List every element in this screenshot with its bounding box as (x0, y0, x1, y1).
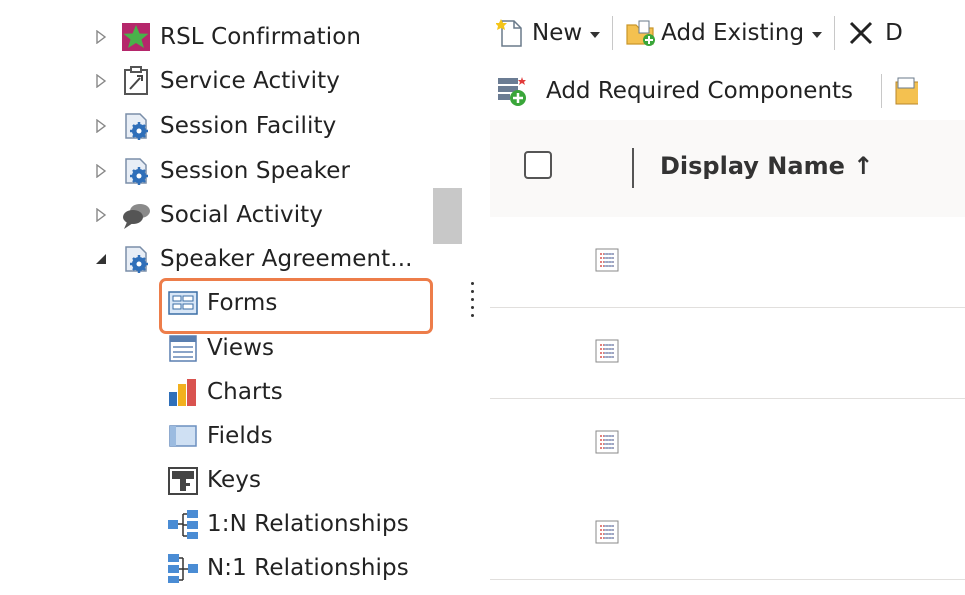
chevron-down-icon (812, 31, 823, 38)
tree-child-charts[interactable]: Charts (167, 372, 283, 412)
key-icon (167, 464, 199, 496)
tree-item-session-facility[interactable]: Session Facility (92, 106, 336, 146)
add-existing-button-label: Add Existing (661, 20, 805, 46)
add-required-components-button[interactable]: Add Required Components (496, 75, 853, 107)
delete-button-label: D (885, 20, 903, 46)
table-row[interactable] (490, 399, 965, 490)
tree-item-session-speaker[interactable]: Session Speaker (92, 151, 350, 191)
tree-child-views[interactable]: Views (167, 328, 274, 368)
tree-child-label: Charts (207, 379, 283, 405)
entity-gear-icon (120, 155, 152, 187)
one-to-many-icon (167, 508, 199, 540)
view-icon (167, 332, 199, 364)
pane-splitter-handle[interactable] (470, 282, 476, 326)
toolbar-separator (881, 74, 883, 108)
tree-child-keys[interactable]: Keys (167, 460, 261, 500)
properties-icon[interactable] (894, 76, 921, 106)
tree-item-label: Session Facility (160, 113, 337, 139)
add-existing-folder-icon (625, 18, 657, 48)
star-icon (120, 21, 152, 53)
tree-item-social-activity[interactable]: Social Activity (92, 195, 323, 235)
tree-child-label: 1:N Relationships (207, 511, 409, 537)
tree-item-label: RSL Confirmation (160, 24, 362, 50)
tree-item-rsl-confirmation[interactable]: RSL Confirmation (92, 17, 361, 57)
form-record-icon (595, 520, 619, 544)
tree-item-label: Speaker Agreement... (160, 246, 413, 272)
tree-child-many-to-one[interactable]: N:1 Relationships (167, 548, 409, 588)
collapsed-arrow-icon[interactable] (92, 117, 110, 135)
tree-child-label: Fields (207, 423, 273, 449)
table-row[interactable] (490, 217, 965, 308)
toolbar-separator (834, 16, 836, 50)
new-button[interactable]: New (495, 18, 601, 48)
tree-item-speaker-agreement[interactable]: Speaker Agreement... (92, 239, 413, 279)
form-record-icon (595, 430, 619, 454)
tree-item-service-activity[interactable]: Service Activity (92, 61, 340, 101)
table-row[interactable] (490, 489, 965, 580)
column-divider (632, 148, 634, 188)
toolbar-row-1: New Add Existing D (495, 13, 903, 53)
form-record-icon (595, 248, 619, 272)
add-required-components-label: Add Required Components (546, 78, 854, 104)
entity-gear-icon (120, 110, 152, 142)
expanded-arrow-icon[interactable] (92, 250, 110, 268)
collapsed-arrow-icon[interactable] (92, 206, 110, 224)
add-required-components-icon (496, 75, 530, 107)
chevron-down-icon (590, 31, 601, 38)
components-grid: Display Name ↑ (490, 120, 965, 595)
social-activity-icon (120, 199, 152, 231)
form-record-icon (595, 339, 619, 363)
tree-scrollbar-thumb[interactable] (433, 188, 462, 244)
toolbar-row-2: Add Required Components (496, 71, 926, 111)
grid-header: Display Name ↑ (490, 120, 965, 218)
service-activity-icon (120, 65, 152, 97)
select-all-checkbox[interactable] (524, 151, 552, 179)
toolbar-separator (612, 16, 614, 50)
tree-child-label: Keys (207, 467, 262, 493)
tree-child-one-to-many[interactable]: 1:N Relationships (167, 504, 409, 544)
solution-tree: RSL Confirmation Service Activity Sessio… (0, 0, 470, 595)
delete-button[interactable]: D (847, 19, 903, 47)
new-document-icon (495, 18, 526, 48)
chart-icon (167, 376, 199, 408)
display-name-column-header[interactable]: Display Name ↑ (660, 152, 873, 180)
component-pane: New Add Existing D Add Required Componen… (490, 0, 965, 595)
tree-item-label: Service Activity (160, 68, 340, 94)
tree-item-label: Social Activity (160, 202, 324, 228)
collapsed-arrow-icon[interactable] (92, 28, 110, 46)
new-button-label: New (532, 20, 583, 46)
forms-highlight-annotation (159, 278, 433, 334)
table-row[interactable] (490, 308, 965, 399)
entity-gear-icon (120, 243, 152, 275)
collapsed-arrow-icon[interactable] (92, 72, 110, 90)
add-existing-button[interactable]: Add Existing (625, 18, 823, 48)
field-icon (167, 420, 199, 452)
tree-child-fields[interactable]: Fields (167, 416, 273, 456)
close-icon (847, 19, 875, 47)
tree-child-label: Views (207, 335, 275, 361)
tree-child-label: N:1 Relationships (207, 555, 409, 581)
many-to-one-icon (167, 552, 199, 584)
tree-item-label: Session Speaker (160, 158, 351, 184)
collapsed-arrow-icon[interactable] (92, 162, 110, 180)
